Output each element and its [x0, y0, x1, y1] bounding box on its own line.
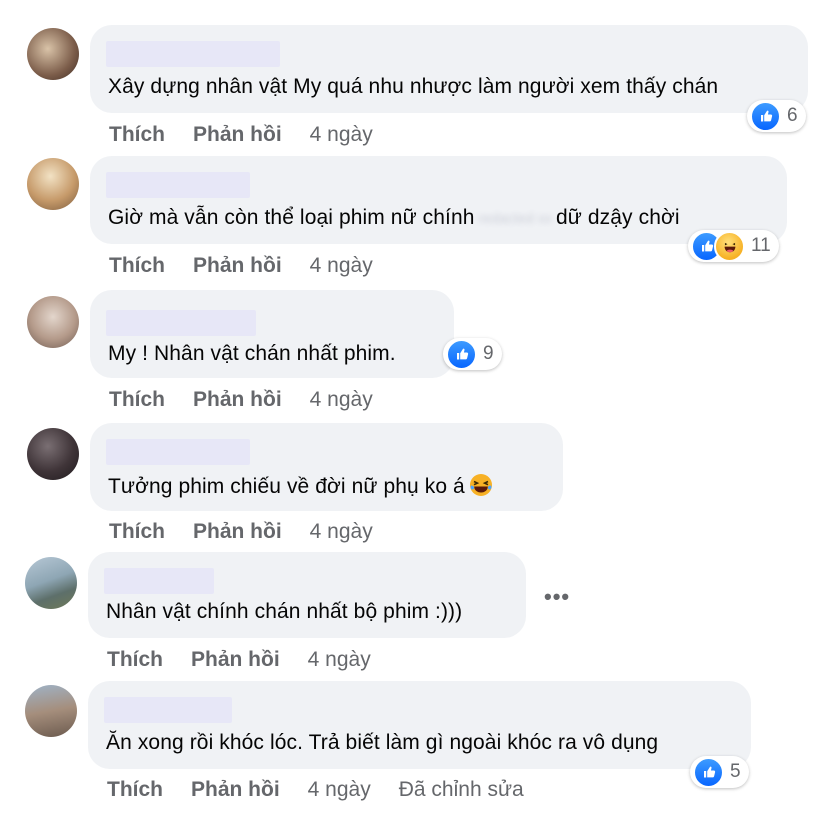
comment-actions: Thích Phản hồi 4 ngày Đã chỉnh sửa	[107, 778, 524, 802]
comment-bubble: Nhân vật chính chán nhất bộ phim :)))	[88, 552, 526, 638]
comment-text: Nhân vật chính chán nhất bộ phim :)))	[106, 600, 463, 623]
comment-text: Xây dựng nhân vật My quá nhu nhược làm n…	[108, 75, 719, 98]
comment-text-content: Tưởng phim chiếu về đời nữ phụ ko á	[108, 475, 465, 498]
like-link[interactable]: Thích	[109, 123, 165, 147]
author-name-redacted[interactable]	[106, 310, 256, 336]
comment-text-after: dữ dzậy chời	[556, 206, 680, 229]
comment-actions: Thích Phản hồi 4 ngày	[109, 123, 373, 147]
reply-link[interactable]: Phản hồi	[193, 520, 282, 544]
comment-text: My ! Nhân vật chán nhất phim.	[108, 342, 396, 365]
author-name-redacted[interactable]	[106, 172, 250, 198]
avatar[interactable]	[27, 28, 79, 80]
author-name-redacted[interactable]	[104, 568, 214, 594]
reaction-count: 6	[787, 105, 798, 126]
avatar[interactable]	[25, 557, 77, 609]
redacted-text: redacted xx	[478, 210, 553, 227]
reaction-summary[interactable]: 9	[443, 338, 502, 370]
avatar[interactable]	[25, 685, 77, 737]
comment-text: Tưởng phim chiếu về đời nữ phụ ko á	[108, 473, 493, 499]
reaction-summary[interactable]: 5	[690, 756, 749, 788]
comment-text-before: Giờ mà vẫn còn thể loại phim nữ chính	[108, 206, 475, 229]
comment-bubble: Xây dựng nhân vật My quá nhu nhược làm n…	[90, 25, 808, 113]
edited-label[interactable]: Đã chỉnh sửa	[399, 778, 524, 802]
reply-link[interactable]: Phản hồi	[191, 778, 280, 802]
reply-link[interactable]: Phản hồi	[193, 123, 282, 147]
like-icon	[693, 756, 724, 788]
comment-actions: Thích Phản hồi 4 ngày	[109, 388, 373, 412]
comment-text: Giờ mà vẫn còn thể loại phim nữ chính red…	[108, 206, 680, 230]
timestamp-link[interactable]: 4 ngày	[310, 520, 373, 544]
laughing-tears-icon	[469, 474, 492, 496]
comment-bubble: Ăn xong rồi khóc lóc. Trả biết làm gì ng…	[88, 681, 751, 769]
timestamp-link[interactable]: 4 ngày	[310, 123, 373, 147]
author-name-redacted[interactable]	[104, 697, 232, 723]
reaction-count: 9	[483, 343, 494, 364]
like-icon	[446, 338, 477, 370]
reaction-count: 11	[751, 235, 771, 256]
timestamp-link[interactable]: 4 ngày	[310, 254, 373, 278]
avatar[interactable]	[27, 296, 79, 348]
reply-link[interactable]: Phản hồi	[191, 648, 280, 672]
comment-actions: Thích Phản hồi 4 ngày	[107, 648, 371, 672]
like-link[interactable]: Thích	[107, 648, 163, 672]
like-icon	[750, 100, 781, 132]
author-name-redacted[interactable]	[106, 439, 250, 465]
reply-link[interactable]: Phản hồi	[193, 254, 282, 278]
comment-actions: Thích Phản hồi 4 ngày	[109, 520, 373, 544]
reaction-count: 5	[730, 761, 741, 782]
comment-bubble: Tưởng phim chiếu về đời nữ phụ ko á	[90, 423, 563, 511]
comment-actions: Thích Phản hồi 4 ngày	[109, 254, 373, 278]
timestamp-link[interactable]: 4 ngày	[310, 388, 373, 412]
reaction-summary[interactable]: 6	[747, 100, 806, 132]
reply-link[interactable]: Phản hồi	[193, 388, 282, 412]
like-link[interactable]: Thích	[107, 778, 163, 802]
reaction-summary[interactable]: 11	[688, 230, 779, 262]
like-link[interactable]: Thích	[109, 388, 165, 412]
comment-bubble: Giờ mà vẫn còn thể loại phim nữ chính red…	[90, 156, 787, 244]
avatar[interactable]	[27, 158, 79, 210]
comment-text: Ăn xong rồi khóc lóc. Trả biết làm gì ng…	[106, 731, 659, 754]
like-link[interactable]: Thích	[109, 254, 165, 278]
more-options-button[interactable]: •••	[544, 584, 570, 610]
comment-bubble: My ! Nhân vật chán nhất phim.	[90, 290, 454, 378]
like-link[interactable]: Thích	[109, 520, 165, 544]
haha-icon	[714, 230, 745, 262]
timestamp-link[interactable]: 4 ngày	[308, 778, 371, 802]
author-name-redacted[interactable]	[106, 41, 280, 67]
timestamp-link[interactable]: 4 ngày	[308, 648, 371, 672]
avatar[interactable]	[27, 428, 79, 480]
